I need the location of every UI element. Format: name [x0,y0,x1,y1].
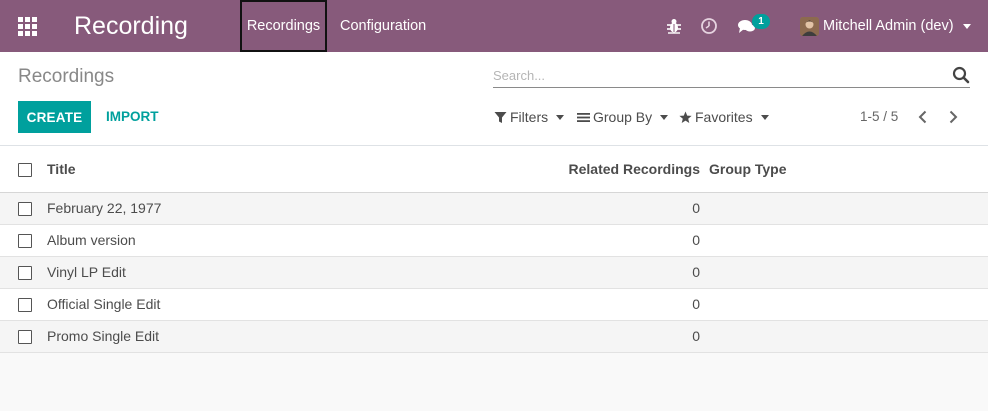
select-all-checkbox[interactable] [18,163,32,177]
star-icon [679,111,692,123]
create-button[interactable]: CREATE [18,101,91,133]
table-header: Title Related Recordings Group Type [0,146,988,193]
list-icon [577,112,590,122]
filters-dropdown[interactable]: Filters [494,108,565,126]
table-row[interactable]: Official Single Edit 0 [0,289,988,321]
row-checkbox[interactable] [18,330,32,344]
control-panel: Recordings CREATE IMPORT Filters Group B… [0,52,988,146]
chevron-left-icon[interactable] [916,109,930,125]
menu-recordings[interactable]: Recordings [240,0,327,52]
search-bar [493,65,970,88]
filters-label: Filters [510,109,549,125]
row-related-recordings: 0 [692,264,700,280]
bug-icon[interactable] [664,16,684,36]
favorites-label: Favorites [695,109,753,125]
row-title: February 22, 1977 [47,200,162,216]
search-input[interactable] [493,65,933,86]
groupby-dropdown[interactable]: Group By [577,108,669,126]
column-group-type[interactable]: Group Type [709,161,787,177]
groupby-label: Group By [593,109,653,125]
clock-icon[interactable] [699,16,719,36]
row-title: Official Single Edit [47,296,161,312]
row-related-recordings: 0 [692,232,700,248]
user-menu[interactable]: Mitchell Admin (dev) [800,0,971,52]
chevron-down-icon [556,114,565,120]
table-row[interactable]: Vinyl LP Edit 0 [0,257,988,289]
user-name: Mitchell Admin (dev) [823,18,954,34]
table-row[interactable]: February 22, 1977 0 [0,193,988,225]
chevron-right-icon[interactable] [946,109,960,125]
filter-icon [494,111,507,123]
favorites-dropdown[interactable]: Favorites [679,108,769,126]
row-checkbox[interactable] [18,234,32,248]
row-related-recordings: 0 [692,328,700,344]
row-related-recordings: 0 [692,200,700,216]
import-button[interactable]: IMPORT [106,101,159,133]
row-title: Vinyl LP Edit [47,264,126,280]
row-title: Promo Single Edit [47,328,160,344]
row-related-recordings: 0 [692,296,700,312]
table-row[interactable]: Album version 0 [0,225,988,257]
column-title[interactable]: Title [47,161,76,177]
chat-badge: 1 [752,14,770,29]
row-checkbox[interactable] [18,298,32,312]
breadcrumb: Recordings [18,66,115,87]
pager-value[interactable]: 1-5 / 5 [860,109,898,124]
row-checkbox[interactable] [18,266,32,280]
avatar [800,16,819,36]
chevron-down-icon [962,23,971,29]
top-navbar: Recording Recordings Configuration 1 Mit… [0,0,988,52]
row-checkbox[interactable] [18,202,32,216]
search-icon[interactable] [952,66,970,84]
chevron-down-icon [760,114,769,120]
records-table: Title Related Recordings Group Type Febr… [0,146,988,353]
apps-grid-icon[interactable] [18,17,37,36]
column-related-recordings[interactable]: Related Recordings [569,161,700,177]
app-title: Recording [74,12,188,40]
row-title: Album version [47,232,136,248]
table-row[interactable]: Promo Single Edit 0 [0,321,988,353]
chevron-down-icon [660,114,669,120]
menu-configuration[interactable]: Configuration [340,0,426,52]
